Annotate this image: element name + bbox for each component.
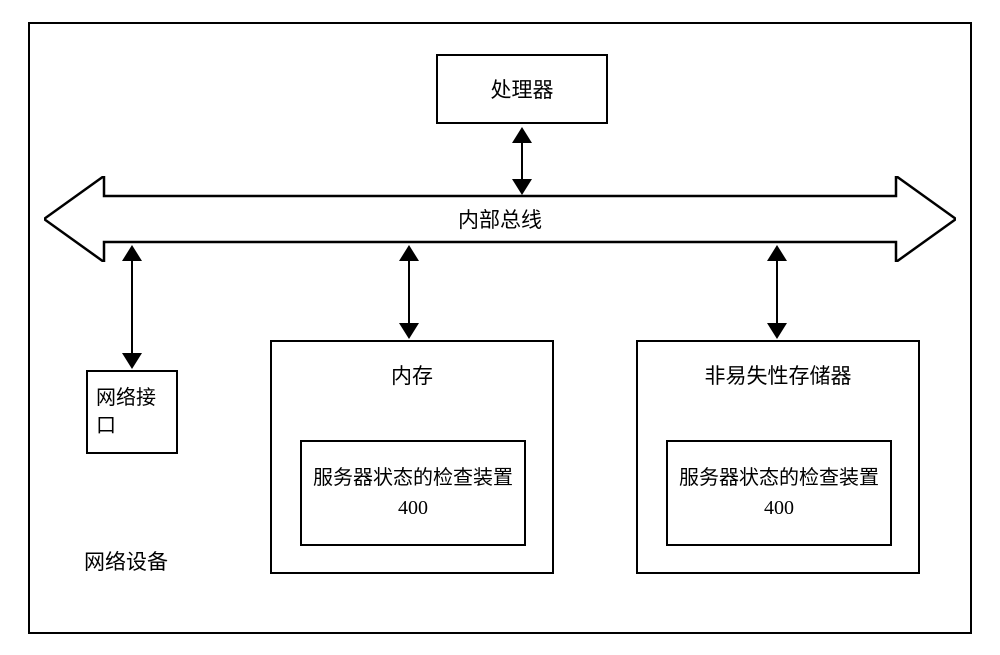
checker-device-name-memory: 服务器状态的检查装置	[313, 463, 513, 493]
arrow-bus-memory	[400, 245, 418, 339]
processor-label: 处理器	[491, 74, 554, 104]
bus-arrow-icon	[44, 176, 956, 262]
arrow-bus-network	[123, 245, 141, 369]
memory-box: 内存 服务器状态的检查装置 400	[270, 340, 554, 574]
network-device-label: 网络设备	[84, 546, 168, 576]
network-interface-box: 网络接口	[86, 370, 178, 454]
network-interface-label: 网络接口	[96, 384, 168, 440]
checker-device-num-memory: 400	[398, 493, 428, 523]
internal-bus: 内部总线	[44, 176, 956, 262]
memory-label: 内存	[272, 360, 552, 390]
nvstorage-label: 非易失性存储器	[638, 360, 918, 390]
checker-device-name-nvstorage: 服务器状态的检查装置	[679, 463, 879, 493]
checker-device-memory: 服务器状态的检查装置 400	[300, 440, 526, 546]
processor-box: 处理器	[436, 54, 608, 124]
nvstorage-box: 非易失性存储器 服务器状态的检查装置 400	[636, 340, 920, 574]
checker-device-num-nvstorage: 400	[764, 493, 794, 523]
arrow-bus-nvstorage	[768, 245, 786, 339]
checker-device-nvstorage: 服务器状态的检查装置 400	[666, 440, 892, 546]
